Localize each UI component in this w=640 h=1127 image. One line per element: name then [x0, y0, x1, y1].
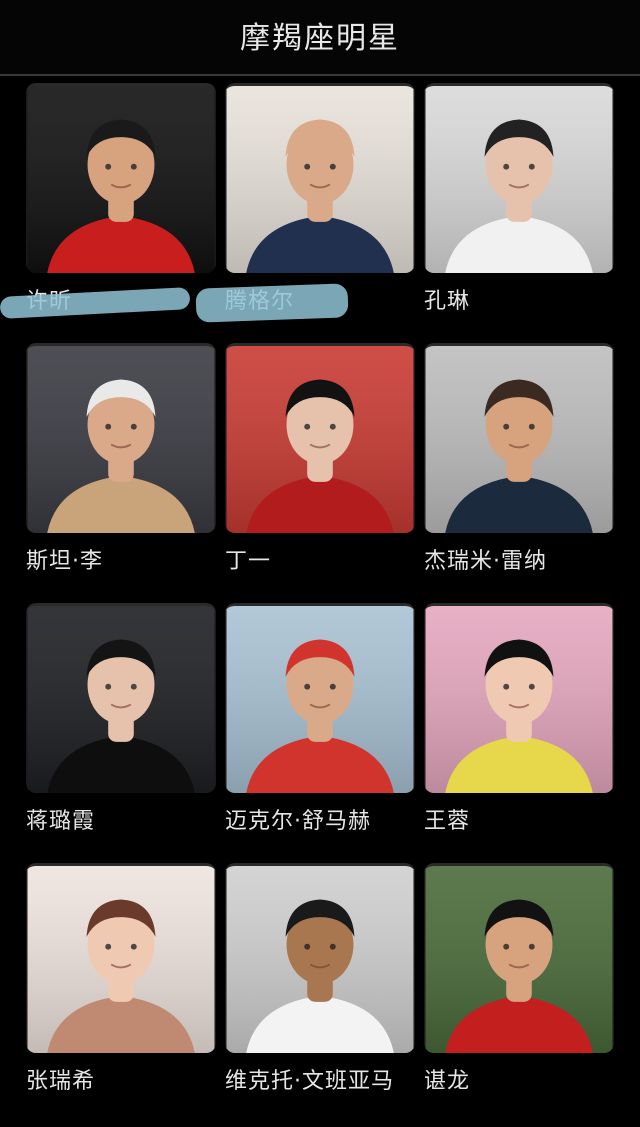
- celebrity-card[interactable]: 维克托·文班亚马: [225, 863, 415, 1108]
- celebrity-photo[interactable]: [424, 603, 614, 793]
- celebrity-grid: 许昕 腾格尔: [0, 78, 640, 1127]
- celebrity-card[interactable]: 王蓉: [424, 603, 614, 848]
- celebrity-photo[interactable]: [424, 343, 614, 533]
- celebrity-photo[interactable]: [225, 343, 415, 533]
- celebrity-name: 孔琳: [424, 289, 471, 314]
- celebrity-photo[interactable]: [26, 603, 216, 793]
- celebrity-photo[interactable]: [26, 343, 216, 533]
- celebrity-photo[interactable]: [424, 863, 614, 1053]
- celebrity-name: 蒋璐霞: [26, 809, 96, 834]
- celebrity-name: 张瑞希: [26, 1069, 96, 1094]
- celebrity-card[interactable]: 迈克尔·舒马赫: [225, 603, 415, 848]
- celebrity-card[interactable]: 孔琳: [424, 83, 614, 328]
- celebrity-name: 迈克尔·舒马赫: [225, 809, 371, 834]
- header-bar: 摩羯座明星: [0, 0, 640, 76]
- celebrity-photo[interactable]: [26, 863, 216, 1053]
- celebrity-card[interactable]: 杰瑞米·雷纳: [424, 343, 614, 588]
- celebrity-card[interactable]: 张瑞希: [26, 863, 216, 1108]
- celebrity-name: 谌龙: [424, 1069, 471, 1094]
- celebrity-card[interactable]: 谌龙: [424, 863, 614, 1108]
- celebrity-photo[interactable]: [225, 863, 415, 1053]
- scribble-mark-right: [195, 283, 349, 323]
- celebrity-photo[interactable]: [424, 83, 614, 273]
- celebrity-photo[interactable]: [225, 83, 415, 273]
- celebrity-name: 维克托·文班亚马: [225, 1069, 394, 1094]
- celebrity-card[interactable]: 斯坦·李: [26, 343, 216, 588]
- celebrity-name: 王蓉: [424, 809, 471, 834]
- celebrity-name: 斯坦·李: [26, 549, 103, 574]
- celebrity-photo[interactable]: [225, 603, 415, 793]
- celebrity-name: 杰瑞米·雷纳: [424, 549, 547, 574]
- page-title: 摩羯座明星: [240, 21, 400, 56]
- celebrity-name: 丁一: [225, 549, 272, 574]
- celebrity-photo[interactable]: [26, 83, 216, 273]
- celebrity-card[interactable]: 丁一: [225, 343, 415, 588]
- celebrity-card[interactable]: 蒋璐霞: [26, 603, 216, 848]
